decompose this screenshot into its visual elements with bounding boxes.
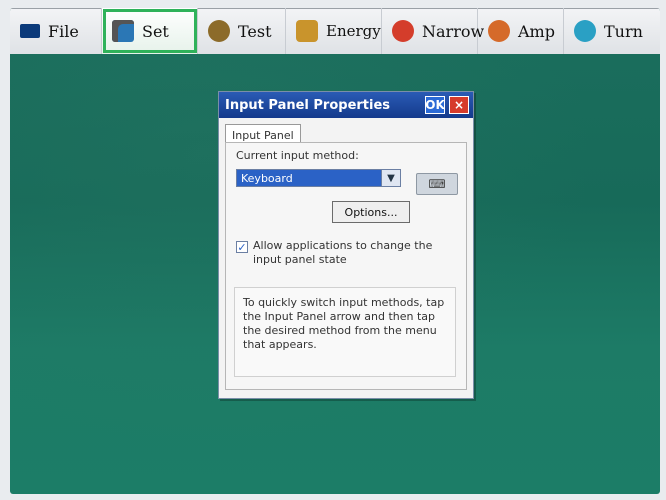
narrow-label: Narrow [422,21,485,41]
dialog-title: Input Panel Properties [225,97,391,113]
amp-icon [488,20,510,42]
energy-icon [296,20,318,42]
keyboard-icon: ⌨ [416,173,458,195]
chevron-down-icon[interactable]: ▼ [381,170,400,186]
top-toolbar: File Set Test Energy Narrow Amp Turn [10,8,660,54]
input-panel-tab-content: Current input method: Keyboard ▼ ⌨ Optio… [225,142,467,390]
ok-button[interactable]: OK [425,96,445,114]
options-button[interactable]: Options... [332,201,410,223]
test-label: Test [238,21,272,41]
set-button[interactable]: Set [102,8,198,54]
current-input-method-label: Current input method: [236,149,359,162]
close-button[interactable]: × [449,96,469,114]
narrow-icon [392,20,414,42]
input-method-select[interactable]: Keyboard ▼ [236,169,401,187]
allow-apps-checkbox[interactable]: ✓ [236,241,248,253]
energy-button[interactable]: Energy [286,8,382,54]
amp-label: Amp [518,21,555,41]
test-button[interactable]: Test [198,8,286,54]
info-text: To quickly switch input methods, tap the… [243,296,445,351]
energy-label: Energy [326,22,381,40]
set-label: Set [142,21,169,41]
test-icon [208,20,230,42]
device-screen: File Set Test Energy Narrow Amp Turn Inp… [10,8,660,494]
turn-button[interactable]: Turn [564,8,660,54]
file-button[interactable]: File [10,8,102,54]
turn-icon [574,20,596,42]
allow-apps-checkbox-label: Allow applications to change the input p… [253,239,433,266]
file-icon [20,24,40,38]
narrow-button[interactable]: Narrow [382,8,484,54]
dialog-title-bar[interactable]: Input Panel Properties OK × [219,92,473,118]
settings-icon [112,20,134,42]
dialog-tabs: Input Panel [219,120,473,145]
file-label: File [48,21,79,41]
input-panel-properties-dialog: Input Panel Properties OK × Input Panel … [218,91,474,399]
amp-button[interactable]: Amp [478,8,564,54]
input-method-value: Keyboard [237,170,382,186]
info-box: To quickly switch input methods, tap the… [234,287,456,377]
turn-label: Turn [604,21,643,41]
